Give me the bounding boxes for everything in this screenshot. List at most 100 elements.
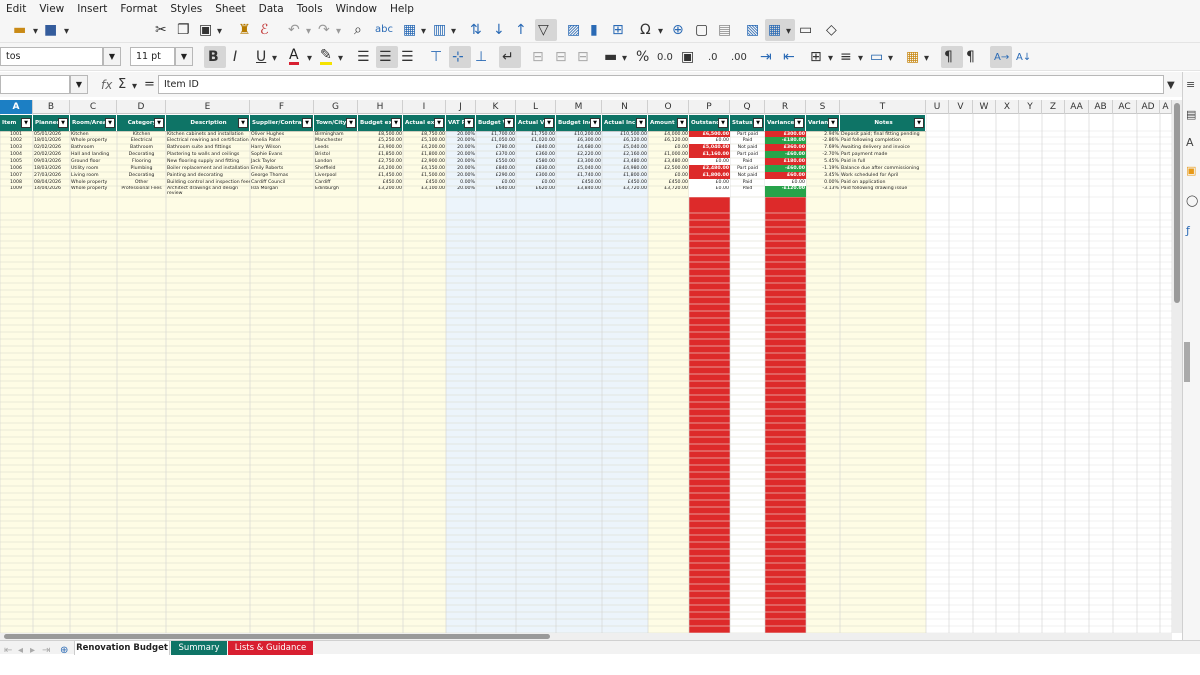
chart-icon[interactable]: ▮ <box>590 21 598 39</box>
table-cell[interactable]: Painting and decorating <box>166 172 250 179</box>
table-cell[interactable]: Professional Fees <box>117 186 166 197</box>
table-cell[interactable]: £4,980.00 <box>602 165 648 172</box>
column-header-k[interactable]: K <box>476 100 516 114</box>
table-cell[interactable]: £0.00 <box>476 179 516 186</box>
add-sheet-icon[interactable]: ⊕ <box>60 642 68 660</box>
table-cell[interactable]: Cardiff Council <box>250 179 314 186</box>
clear-formatting-icon[interactable]: ℰ <box>260 21 268 39</box>
save-dropdown-icon[interactable]: ▾ <box>64 23 69 41</box>
table-cell[interactable]: £0.00 <box>516 179 556 186</box>
next-sheet-icon[interactable]: ▸ <box>30 642 35 660</box>
table-cell[interactable]: £4,200.00 <box>358 165 403 172</box>
comment-icon[interactable]: ▢ <box>695 21 708 39</box>
table-cell[interactable]: 20.00% <box>446 137 476 144</box>
column-header-x[interactable]: X <box>996 100 1019 114</box>
hyperlink-icon[interactable]: ⊕ <box>672 21 684 39</box>
table-cell[interactable]: Decorating <box>117 151 166 158</box>
table-cell[interactable]: £3,480.00 <box>648 158 689 165</box>
table-cell[interactable]: Paid <box>730 137 765 144</box>
borders-dropdown-icon[interactable]: ▾ <box>828 50 833 68</box>
column-header-c[interactable]: C <box>70 100 117 114</box>
table-cell[interactable]: £4,200.00 <box>403 144 446 151</box>
table-cell[interactable]: £1,050.00 <box>476 137 516 144</box>
column-header-b[interactable]: B <box>33 100 70 114</box>
font-size-dropdown-icon[interactable]: ▼ <box>175 47 193 66</box>
table-cell[interactable]: £5,040.00 <box>689 144 730 151</box>
column-header-f[interactable]: F <box>250 100 314 114</box>
table-cell[interactable]: Awaiting delivery and invoice <box>840 144 926 151</box>
autofilter-dropdown-icon[interactable]: ▼ <box>238 118 248 128</box>
table-cell[interactable]: Ground floor <box>70 158 117 165</box>
table-cell[interactable]: Utility room <box>70 165 117 172</box>
autofilter-dropdown-icon[interactable]: ▼ <box>753 118 763 128</box>
column-header-a[interactable]: A <box>1160 100 1172 114</box>
redo-icon[interactable]: ↷ <box>318 21 330 39</box>
table-cell[interactable]: Part paid <box>730 151 765 158</box>
table-cell[interactable]: £550.00 <box>476 158 516 165</box>
table-cell[interactable]: 20.00% <box>446 158 476 165</box>
table-cell[interactable]: £640.00 <box>476 186 516 197</box>
table-header-cell[interactable]: Item ▼ <box>0 115 33 131</box>
column-header-z[interactable]: Z <box>1042 100 1065 114</box>
table-cell[interactable]: £450.00 <box>358 179 403 186</box>
border-style-icon[interactable]: ≡ <box>840 48 852 66</box>
table-cell[interactable]: Leeds <box>314 144 358 151</box>
percent-format-icon[interactable]: % <box>636 48 649 66</box>
table-cell[interactable]: 27/03/2026 <box>33 172 70 179</box>
autofilter-dropdown-icon[interactable]: ▼ <box>677 118 687 128</box>
menu-format[interactable]: Format <box>114 3 164 15</box>
autofilter-dropdown-icon[interactable]: ▼ <box>504 118 514 128</box>
conditional-format-icon[interactable]: ▦ <box>906 48 919 66</box>
autofilter-dropdown-icon[interactable]: ▼ <box>828 118 838 128</box>
table-cell[interactable]: £3,720.00 <box>648 186 689 197</box>
table-cell[interactable]: £0.00 <box>689 137 730 144</box>
autofilter-dropdown-icon[interactable]: ▼ <box>58 118 68 128</box>
right-to-left-icon[interactable]: ¶ <box>966 48 975 66</box>
table-header-cell[interactable]: Actual Inc ▼ <box>602 115 648 131</box>
column-header-p[interactable]: P <box>689 100 730 114</box>
table-cell[interactable]: Not paid <box>730 144 765 151</box>
headers-footers-icon[interactable]: ▤ <box>718 21 731 39</box>
autofilter-dropdown-icon[interactable]: ▼ <box>794 118 804 128</box>
table-cell[interactable]: Paid following completion <box>840 137 926 144</box>
styles-icon[interactable]: A <box>1186 136 1194 149</box>
table-cell[interactable]: Emily Roberts <box>250 165 314 172</box>
table-cell[interactable]: £0.00 <box>648 144 689 151</box>
column-header-g[interactable]: G <box>314 100 358 114</box>
table-cell[interactable]: £6,300.00 <box>556 137 602 144</box>
table-cell[interactable]: £1,800.00 <box>602 172 648 179</box>
table-cell[interactable]: Electrical <box>117 137 166 144</box>
table-cell[interactable]: 1007 <box>0 172 33 179</box>
column-header-w[interactable]: W <box>973 100 996 114</box>
table-cell[interactable]: £0.00 <box>648 172 689 179</box>
table-cell[interactable]: £840.00 <box>516 144 556 151</box>
column-header-aa[interactable]: AA <box>1065 100 1089 114</box>
special-character-icon[interactable]: Ω <box>640 21 651 39</box>
autofilter-dropdown-icon[interactable]: ▼ <box>590 118 600 128</box>
column-header-ab[interactable]: AB <box>1089 100 1113 114</box>
table-cell[interactable]: £300.00 <box>516 172 556 179</box>
table-cell[interactable]: Boiler replacement and installation <box>166 165 250 172</box>
navigator-icon[interactable]: ◯ <box>1186 194 1198 207</box>
column-header-ac[interactable]: AC <box>1113 100 1137 114</box>
table-cell[interactable]: £3,720.00 <box>602 186 648 197</box>
table-header-cell[interactable]: Notes ▼ <box>840 115 926 131</box>
undo-dropdown-icon[interactable]: ▾ <box>306 23 311 41</box>
sidebar-collapse-handle[interactable] <box>1184 342 1190 382</box>
row-icon[interactable]: ▦ <box>403 21 416 39</box>
table-header-cell[interactable]: Actual V ▼ <box>516 115 556 131</box>
table-cell[interactable]: -2.86% <box>806 137 840 144</box>
table-cell[interactable]: 1008 <box>0 179 33 186</box>
sum-dropdown-icon[interactable]: ▾ <box>132 78 137 96</box>
redo-dropdown-icon[interactable]: ▾ <box>336 23 341 41</box>
table-cell[interactable]: £5,040.00 <box>556 165 602 172</box>
column-dropdown-icon[interactable]: ▾ <box>451 23 456 41</box>
font-color-icon[interactable]: A <box>289 48 299 65</box>
open-dropdown-icon[interactable]: ▾ <box>33 23 38 41</box>
align-top-icon[interactable]: ⊤ <box>430 48 442 66</box>
table-cell[interactable]: 02/02/2026 <box>33 144 70 151</box>
copy-icon[interactable]: ❐ <box>177 21 190 39</box>
table-cell[interactable]: £1,450.00 <box>358 172 403 179</box>
table-cell[interactable]: £2,900.00 <box>403 158 446 165</box>
menu-insert[interactable]: Insert <box>71 3 114 15</box>
